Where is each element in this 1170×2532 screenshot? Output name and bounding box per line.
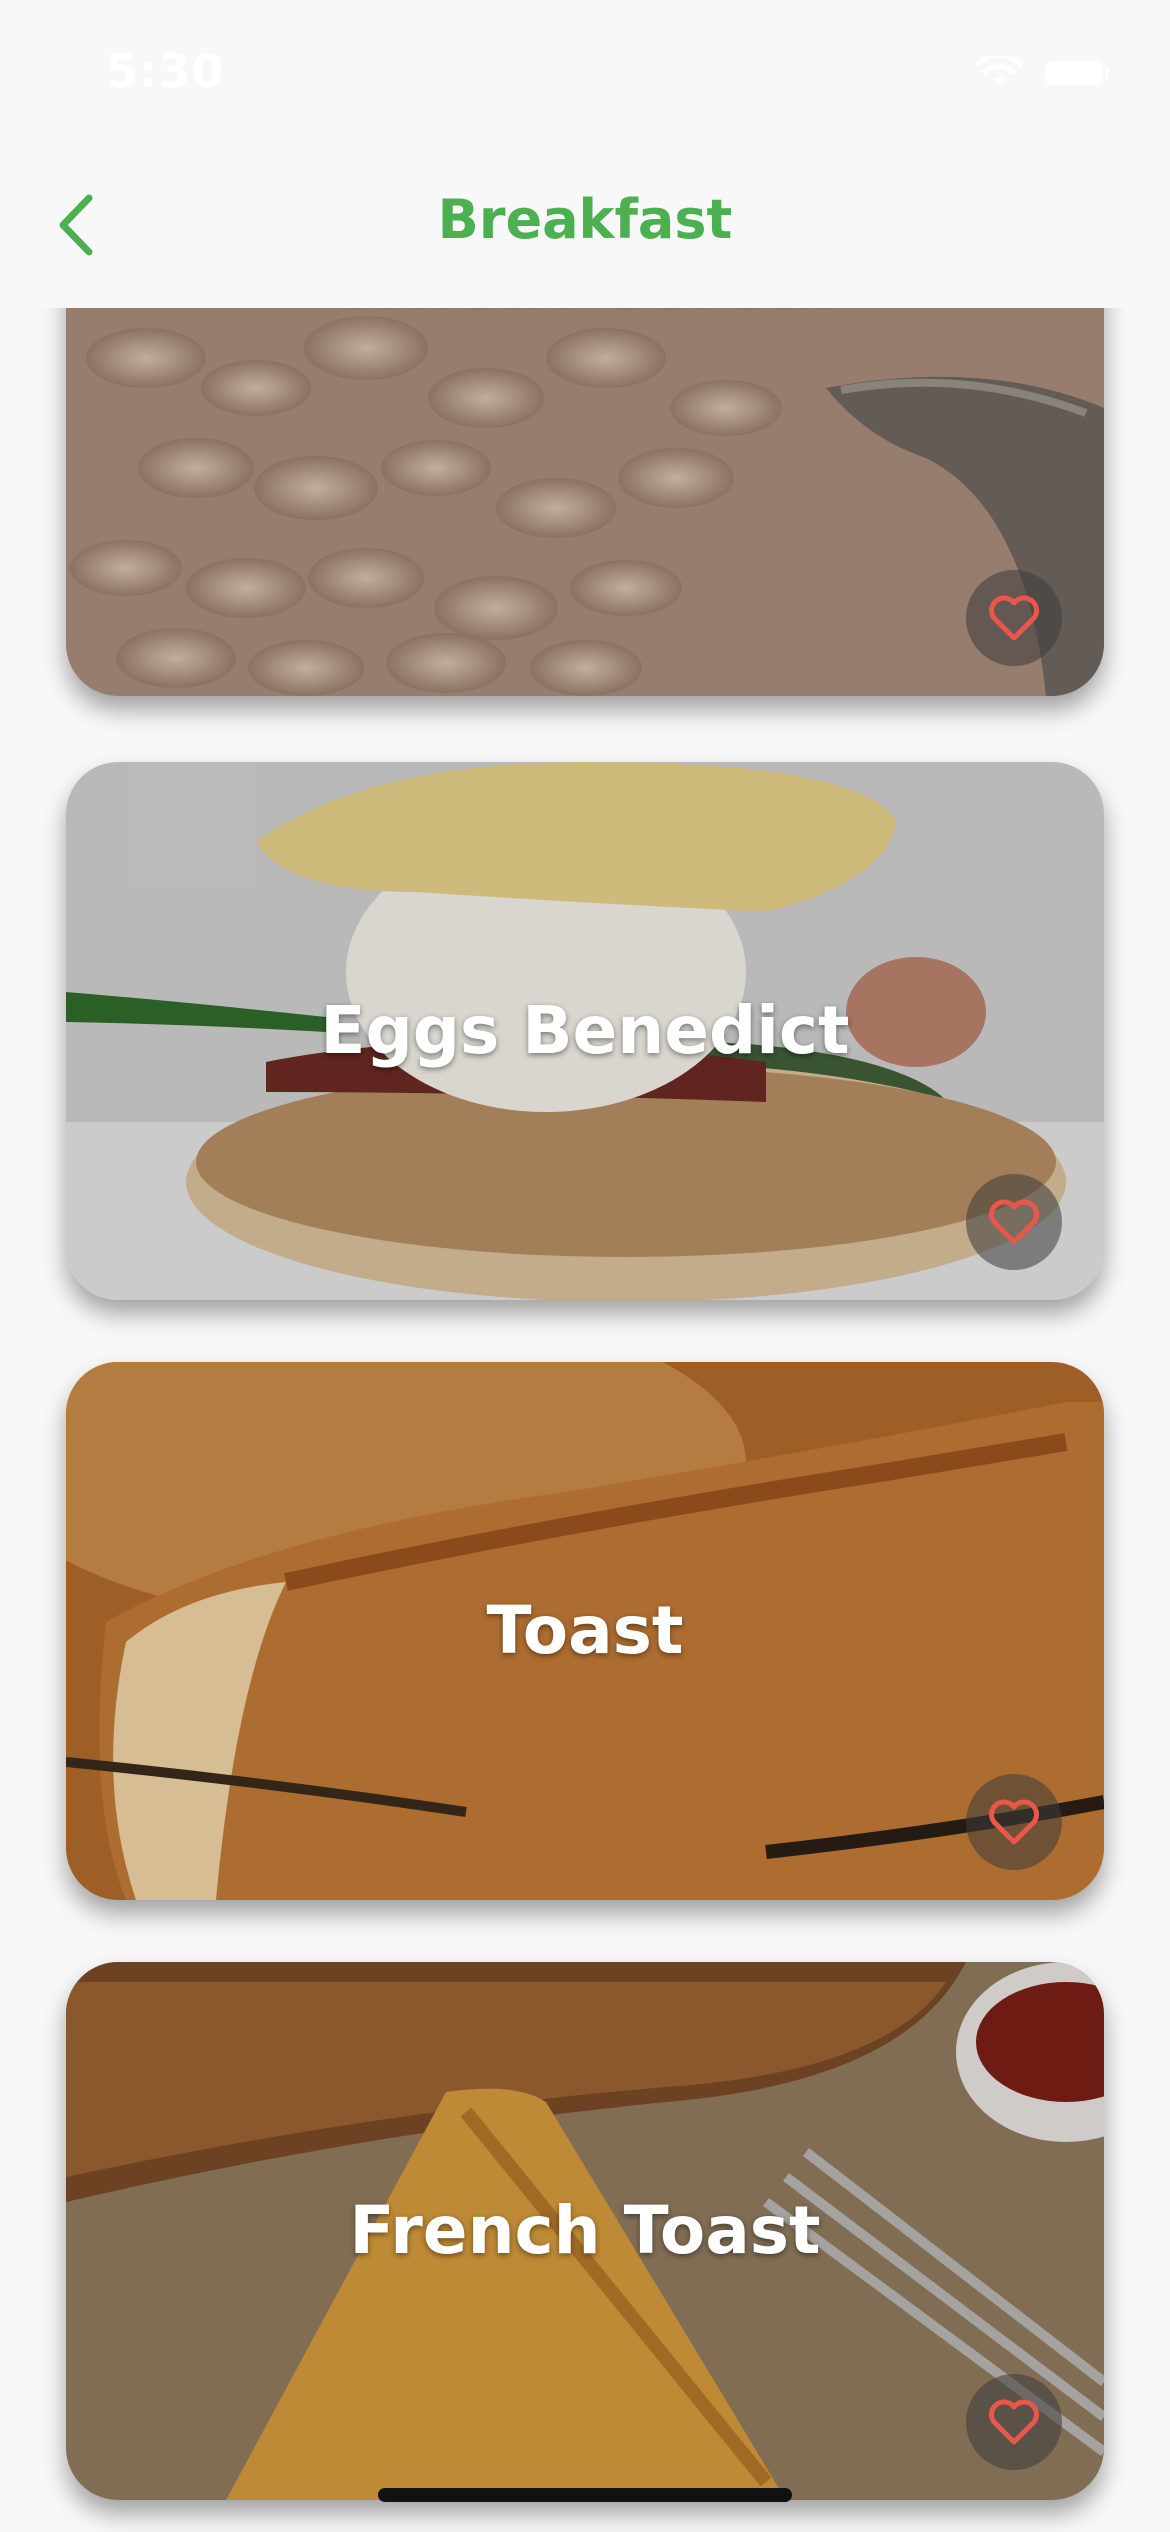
recipe-title: French Toast <box>349 2192 821 2269</box>
favorite-button[interactable] <box>966 1774 1062 1870</box>
heart-outline-icon <box>989 1799 1039 1845</box>
recipe-title: Toast <box>486 1592 684 1669</box>
home-indicator[interactable] <box>378 2488 792 2502</box>
page-title: Breakfast <box>437 188 733 251</box>
battery-icon <box>1045 61 1109 85</box>
favorite-button[interactable] <box>966 2374 1062 2470</box>
wifi-icon <box>976 56 1022 86</box>
navigation-bar: Breakfast <box>0 150 1170 300</box>
recipe-card[interactable]: Toast <box>66 1362 1104 1900</box>
heart-outline-icon <box>989 595 1039 641</box>
favorite-button[interactable] <box>966 570 1062 666</box>
status-time: 5:30 <box>106 44 225 98</box>
photo-overlay <box>66 308 1104 696</box>
recipe-card[interactable]: Eggs Benedict <box>66 762 1104 1300</box>
heart-outline-icon <box>989 2399 1039 2445</box>
status-bar: 5:30 <box>0 0 1170 150</box>
recipe-card[interactable]: Wheat Cereal <box>66 308 1104 696</box>
heart-outline-icon <box>989 1199 1039 1245</box>
status-icons <box>976 56 1110 90</box>
recipe-title: Wheat Cereal <box>66 308 1104 319</box>
recipe-card[interactable]: French Toast <box>66 1962 1104 2500</box>
recipe-title: Eggs Benedict <box>320 992 850 1069</box>
favorite-button[interactable] <box>966 1174 1062 1270</box>
recipe-list[interactable]: Wheat Cereal Eggs Benedict <box>0 308 1170 2532</box>
